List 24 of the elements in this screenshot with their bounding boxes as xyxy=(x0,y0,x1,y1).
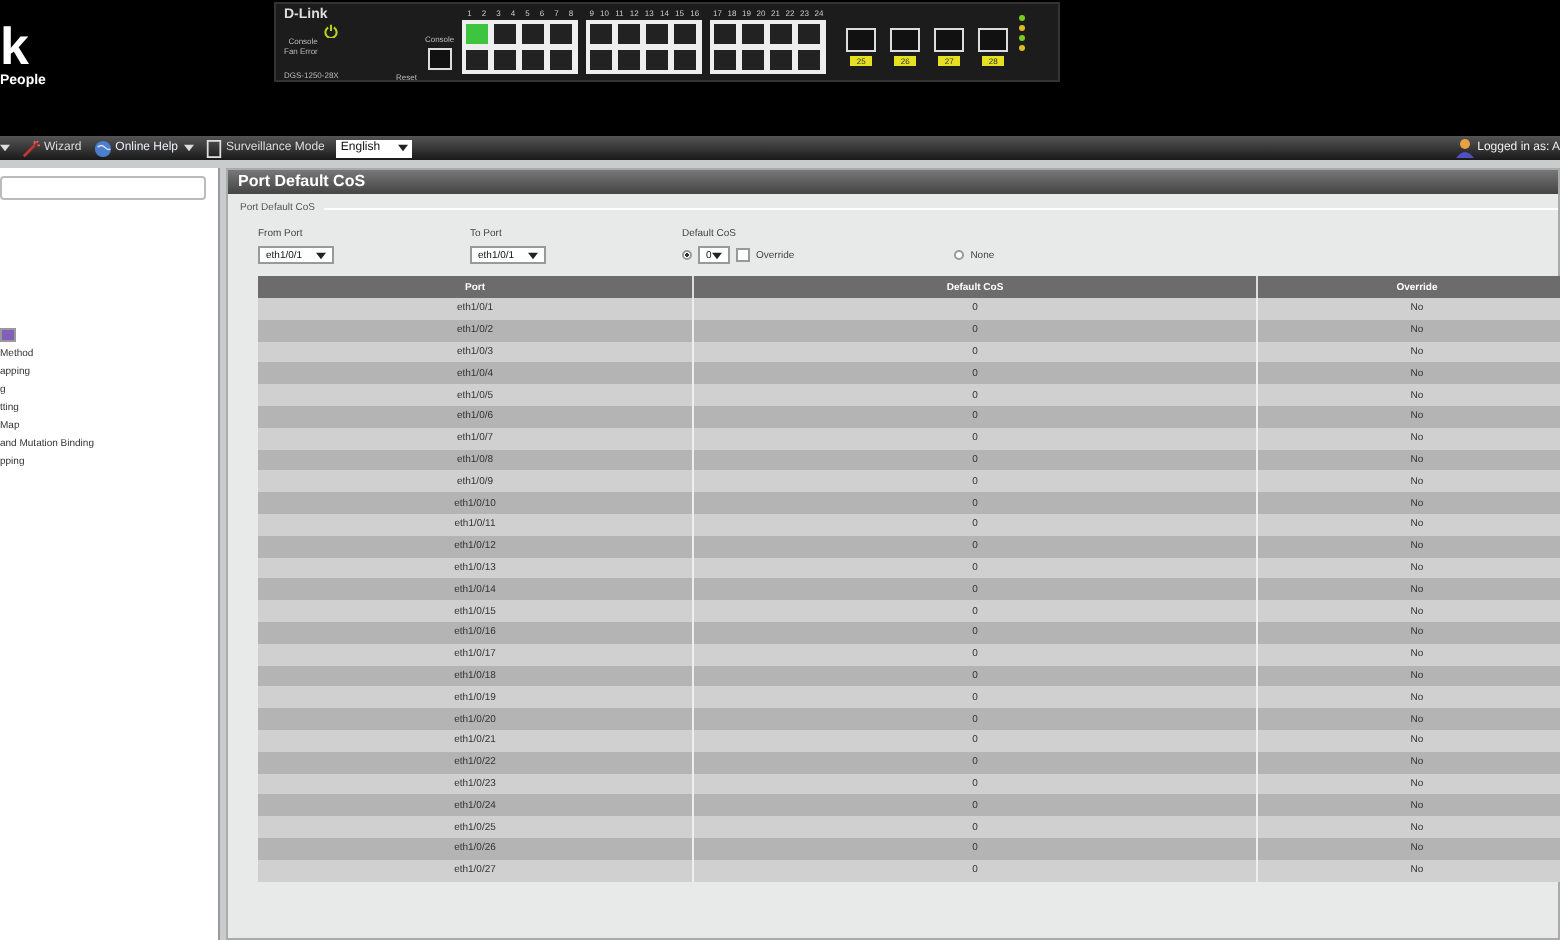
globe-icon xyxy=(93,139,112,157)
led-legend-icon xyxy=(1016,12,1029,52)
radio-button[interactable] xyxy=(682,250,692,260)
sfp-port xyxy=(978,28,1009,52)
user-icon xyxy=(1455,138,1474,158)
override-checkbox[interactable] xyxy=(736,248,750,262)
caret-icon xyxy=(316,251,326,259)
caret-icon xyxy=(528,251,538,259)
selected-tree-item[interactable] xyxy=(0,328,16,342)
sfp-port xyxy=(934,28,965,52)
radio-button[interactable] xyxy=(954,250,965,260)
sfp-port xyxy=(890,28,921,52)
caret-icon[interactable] xyxy=(184,144,195,152)
logo-text: k xyxy=(0,24,29,68)
page-icon xyxy=(206,139,223,157)
panel-title: Port Default CoS xyxy=(228,170,1558,194)
console-port xyxy=(427,48,452,70)
caret-icon xyxy=(398,144,409,152)
search-field[interactable] xyxy=(0,176,206,200)
sfp-port xyxy=(846,28,877,52)
wand-icon xyxy=(22,139,40,157)
caret-icon xyxy=(712,251,722,259)
caret-icon[interactable] xyxy=(0,144,10,152)
power-icon xyxy=(323,24,338,38)
